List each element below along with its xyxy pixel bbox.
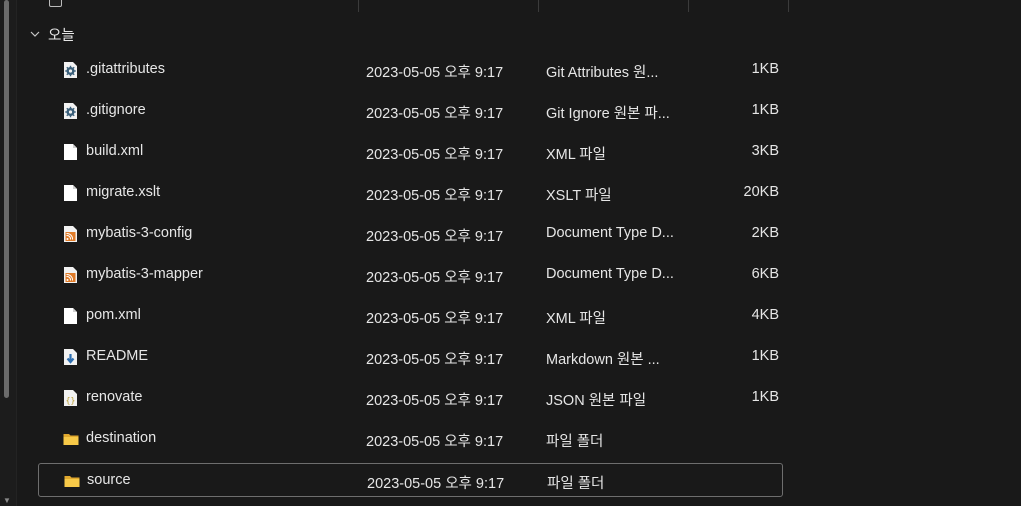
file-type: Markdown 원본 ... [546,352,660,368]
file-row[interactable]: .gitignore 2023-05-05 오후 9:17 Git Ignore 원… [38,94,783,128]
file-type: XML 파일 [546,311,606,327]
vertical-scrollbar[interactable]: ▼ [0,0,17,506]
rss-file-icon [62,225,79,243]
file-size: 3KB [751,143,779,159]
column-divider[interactable] [538,0,539,12]
scroll-down-arrow-icon[interactable]: ▼ [1,496,13,506]
file-name: renovate [86,389,143,405]
file-type: XSLT 파일 [546,188,612,204]
svg-text:{}: {} [66,396,76,405]
markdown-file-icon [62,348,79,366]
file-type: Document Type D... [546,266,674,282]
json-file-icon: {} [62,389,79,407]
date-modified: 2023-05-05 오후 9:17 [366,393,504,409]
file-size: 4KB [751,307,779,323]
group-label: 오늘 [48,27,75,44]
file-row[interactable]: destination 2023-05-05 오후 9:17 파일 폴더 [38,422,783,456]
file-size: 2KB [751,225,779,241]
file-row[interactable]: pom.xml 2023-05-05 오후 9:17 XML 파일 4KB [38,299,783,333]
blank-file-icon [62,184,79,202]
file-name: mybatis-3-mapper [86,266,203,282]
blank-file-icon [62,307,79,325]
date-modified: 2023-05-05 오후 9:17 [366,434,504,450]
file-row[interactable]: source 2023-05-05 오후 9:17 파일 폴더 [38,463,783,497]
scrollbar-thumb[interactable] [4,0,9,398]
column-divider[interactable] [688,0,689,12]
date-modified: 2023-05-05 오후 9:17 [366,229,504,245]
column-divider[interactable] [788,0,789,12]
file-row[interactable]: .gitattributes 2023-05-05 오후 9:17 Git Attr… [38,53,783,87]
file-type: 파일 폴더 [547,476,605,492]
file-size: 20KB [743,184,779,200]
folder-icon [63,472,80,490]
file-row[interactable]: mybatis-3-config 2023-05-05 오후 9:17 Docume… [38,217,783,251]
date-modified: 2023-05-05 오후 9:17 [366,106,504,122]
file-size: 1KB [751,61,779,77]
file-type: JSON 원본 파일 [546,393,647,409]
folder-icon [62,430,79,448]
file-size: 1KB [751,389,779,405]
file-type: Git Ignore 원본 파... [546,106,670,122]
gear-file-icon [62,61,79,79]
group-header-today[interactable]: 오늘 [28,24,75,44]
date-modified: 2023-05-05 오후 9:17 [366,270,504,286]
file-size: 6KB [751,266,779,282]
date-modified: 2023-05-05 오후 9:17 [366,188,504,204]
file-row[interactable]: migrate.xslt 2023-05-05 오후 9:17 XSLT 파일 20K… [38,176,783,210]
select-all-checkbox[interactable] [49,0,62,7]
date-modified: 2023-05-05 오후 9:17 [366,311,504,327]
file-name: .gitattributes [86,61,165,77]
file-row[interactable]: README 2023-05-05 오후 9:17 Markdown 원본 ... 1… [38,340,783,374]
file-size: 1KB [751,102,779,118]
file-name: mybatis-3-config [86,225,193,241]
column-divider[interactable] [358,0,359,12]
file-row[interactable]: mybatis-3-mapper 2023-05-05 오후 9:17 Docume… [38,258,783,292]
file-name: README [86,348,149,364]
date-modified: 2023-05-05 오후 9:17 [367,476,505,492]
file-name: destination [86,430,157,446]
gear-file-icon [62,102,79,120]
chevron-down-icon [30,31,40,37]
file-type: Document Type D... [546,225,674,241]
file-name: .gitignore [86,102,146,118]
file-name: source [87,472,131,488]
blank-file-icon [62,143,79,161]
file-type: Git Attributes 원... [546,65,659,81]
file-name: migrate.xslt [86,184,161,200]
file-type: XML 파일 [546,147,606,163]
file-name: build.xml [86,143,144,159]
date-modified: 2023-05-05 오후 9:17 [366,352,504,368]
column-header-bar [16,0,1021,12]
file-name: pom.xml [86,307,141,323]
date-modified: 2023-05-05 오후 9:17 [366,147,504,163]
rss-file-icon [62,266,79,284]
file-row[interactable]: build.xml 2023-05-05 오후 9:17 XML 파일 3KB [38,135,783,169]
file-size: 1KB [751,348,779,364]
file-type: 파일 폴더 [546,434,604,450]
date-modified: 2023-05-05 오후 9:17 [366,65,504,81]
file-row[interactable]: {} renovate 2023-05-05 오후 9:17 JSON 원본 파일 1K… [38,381,783,415]
